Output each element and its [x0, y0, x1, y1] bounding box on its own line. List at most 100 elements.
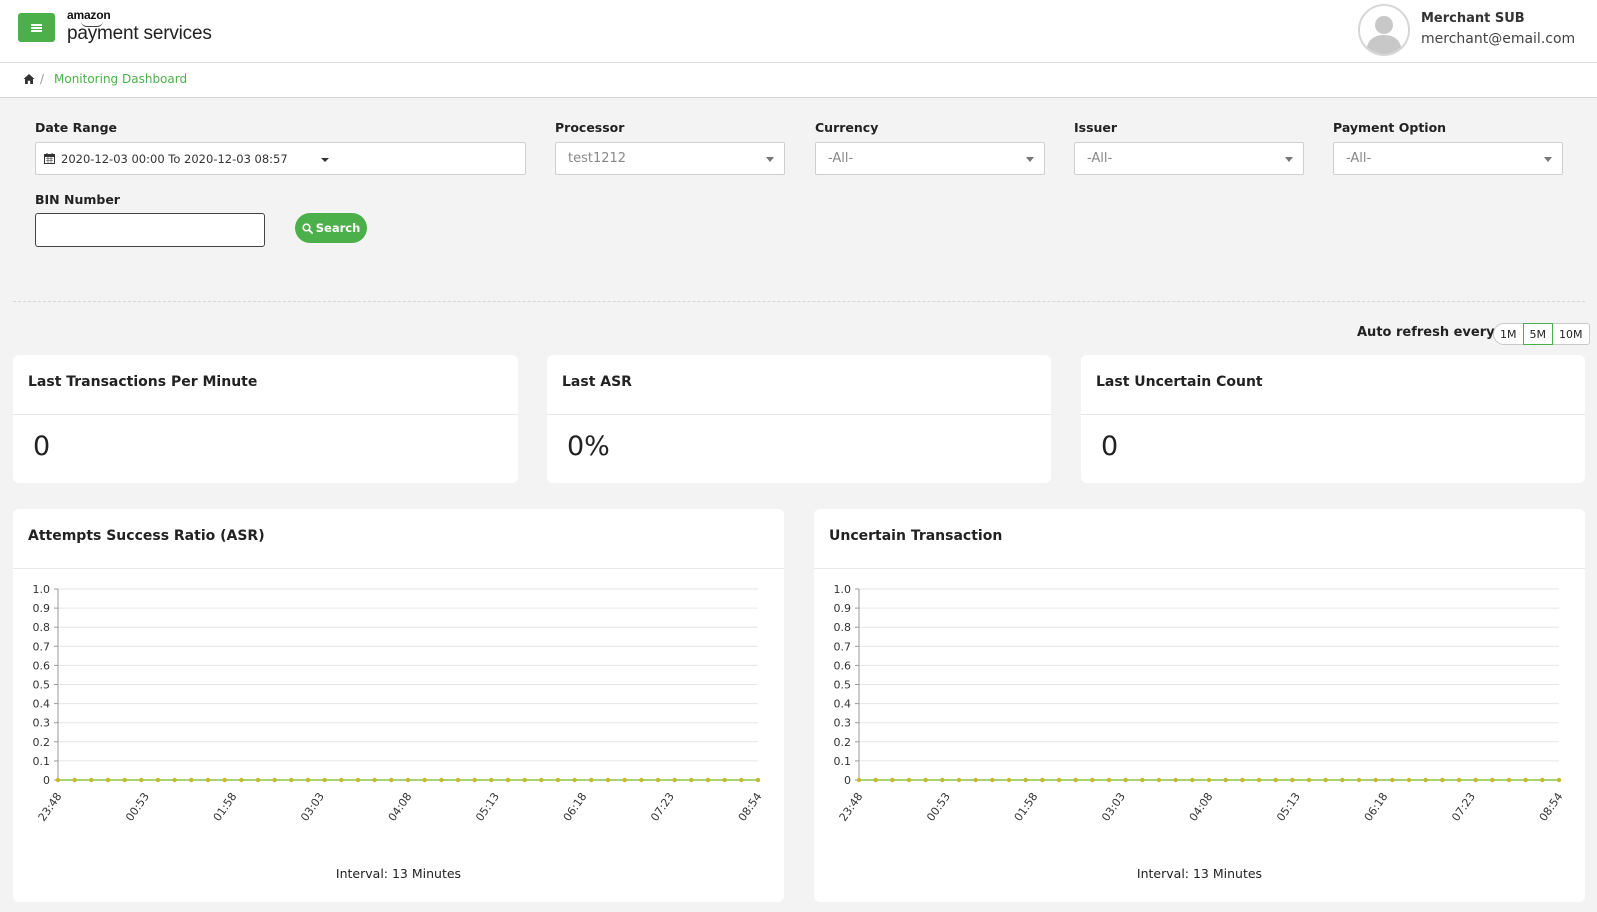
data-point — [389, 777, 394, 783]
data-point — [89, 777, 94, 783]
logo[interactable]: amazon payment services — [67, 8, 212, 45]
stat-value: 0% — [567, 431, 610, 462]
x-tick-label: 23:48 — [837, 790, 866, 823]
data-point — [856, 777, 862, 783]
logo-top-text: amazon — [67, 8, 111, 22]
data-point — [689, 777, 694, 783]
x-tick-label: 23:48 — [36, 790, 65, 823]
y-tick-label: 0.5 — [834, 679, 852, 692]
chart-interval: Interval: 13 Minutes — [335, 866, 462, 881]
data-point — [1490, 777, 1495, 783]
data-point — [1290, 777, 1295, 783]
y-tick-label: 0.6 — [33, 659, 51, 672]
refresh-10m-button[interactable]: 10M — [1552, 323, 1590, 345]
data-point — [722, 777, 727, 783]
date-range-value: 2020-12-03 00:00 To 2020-12-03 08:57 — [61, 152, 288, 166]
data-point — [1190, 777, 1195, 783]
y-tick-label: 0.6 — [834, 659, 852, 672]
chart-title: Attempts Success Ratio (ASR) — [28, 528, 265, 544]
bin-number-input[interactable] — [35, 213, 265, 247]
data-point — [139, 777, 144, 783]
x-tick-label: 01:58 — [211, 790, 240, 823]
processor-select[interactable]: test1212 — [555, 142, 785, 175]
x-tick-label: 07:23 — [1449, 790, 1478, 823]
payment-option-label: Payment Option — [1333, 120, 1447, 135]
date-range-picker[interactable]: 2020-12-03 00:00 To 2020-12-03 08:57 — [35, 142, 526, 175]
data-point — [1390, 777, 1395, 783]
data-point — [105, 777, 111, 783]
y-tick-label: 0.9 — [33, 602, 51, 615]
data-point — [422, 777, 427, 783]
x-tick-label: 00:53 — [123, 790, 152, 823]
asr-line-chart: 0 0.1 0.2 0.3 0.4 0.5 0.6 0.7 0.8 0.9 1.0 23:48 00:5… — [33, 583, 765, 824]
search-button[interactable]: Search — [295, 213, 367, 243]
data-point — [339, 777, 344, 783]
y-tick-label: 0.8 — [33, 621, 51, 634]
hamburger-icon — [31, 23, 42, 32]
refresh-5m-button[interactable]: 5M — [1522, 323, 1553, 345]
data-point — [55, 777, 61, 783]
data-point — [1356, 777, 1362, 783]
date-range-label: Date Range — [35, 120, 118, 135]
data-point — [172, 777, 177, 783]
data-point — [940, 777, 945, 783]
x-tick-label: 03:03 — [298, 790, 327, 823]
hamburger-menu-button[interactable] — [18, 13, 55, 42]
data-point — [1240, 777, 1245, 783]
divider — [13, 301, 1585, 302]
search-button-label: Search — [315, 221, 361, 235]
data-point — [1040, 777, 1045, 783]
data-point — [1506, 777, 1512, 783]
card-divider — [13, 414, 518, 415]
issuer-select[interactable]: -All- — [1074, 142, 1304, 175]
home-icon[interactable] — [23, 73, 35, 85]
data-point — [472, 777, 477, 783]
currency-select[interactable]: -All- — [815, 142, 1045, 175]
data-point — [322, 777, 327, 783]
data-point — [1073, 777, 1078, 783]
data-point — [155, 777, 161, 783]
data-point — [890, 777, 895, 783]
data-point — [239, 777, 244, 783]
data-point — [1140, 777, 1145, 783]
data-point — [1456, 777, 1462, 783]
stat-card-title: Last Transactions Per Minute — [28, 374, 258, 390]
breadcrumb-current[interactable]: Monitoring Dashboard — [54, 72, 187, 86]
data-point — [1223, 777, 1228, 783]
data-point — [272, 777, 277, 783]
data-point — [1556, 777, 1562, 783]
data-point — [1340, 777, 1345, 783]
chart-card-asr: Attempts Success Ratio (ASR) 0 0.1 0.2 0.3 0… — [13, 509, 784, 902]
x-tick-label: 05:13 — [1274, 790, 1303, 823]
x-tick-label: 06:18 — [561, 790, 590, 823]
data-point — [1123, 777, 1128, 783]
processor-label: Processor — [555, 120, 625, 135]
data-point — [205, 777, 211, 783]
stat-card-transactions: Last Transactions Per Minute 0 — [13, 355, 518, 483]
payment-option-select[interactable]: -All- — [1333, 142, 1563, 175]
stat-card-title: Last ASR — [562, 374, 632, 390]
data-point — [1206, 777, 1212, 783]
avatar[interactable] — [1358, 4, 1410, 56]
payment-option-value: -All- — [1346, 151, 1372, 166]
data-point — [906, 777, 912, 783]
chevron-down-icon — [1026, 157, 1034, 162]
y-tick-label: 1.0 — [33, 583, 51, 596]
chart-card-uncertain: Uncertain Transaction 0 0.1 0.2 0.3 0.4 0.5 0.… — [814, 509, 1585, 902]
data-point — [672, 777, 677, 783]
refresh-1m-button[interactable]: 1M — [1493, 323, 1524, 345]
y-tick-label: 0.7 — [834, 640, 852, 653]
chevron-down-icon — [766, 157, 774, 162]
data-point — [355, 777, 361, 783]
data-point — [923, 777, 928, 783]
data-point — [1440, 777, 1445, 783]
uncertain-line-chart: 0 0.1 0.2 0.3 0.4 0.5 0.6 0.7 0.8 0.9 1.0 23:48 00:5… — [834, 583, 1566, 824]
card-divider — [547, 414, 1051, 415]
x-tick-label: 05:13 — [473, 790, 502, 823]
data-point — [505, 777, 511, 783]
breadcrumb-separator: / — [40, 72, 45, 86]
data-point — [873, 777, 878, 783]
currency-label: Currency — [815, 120, 879, 135]
y-tick-label: 0.2 — [33, 736, 51, 749]
data-point — [1156, 777, 1162, 783]
